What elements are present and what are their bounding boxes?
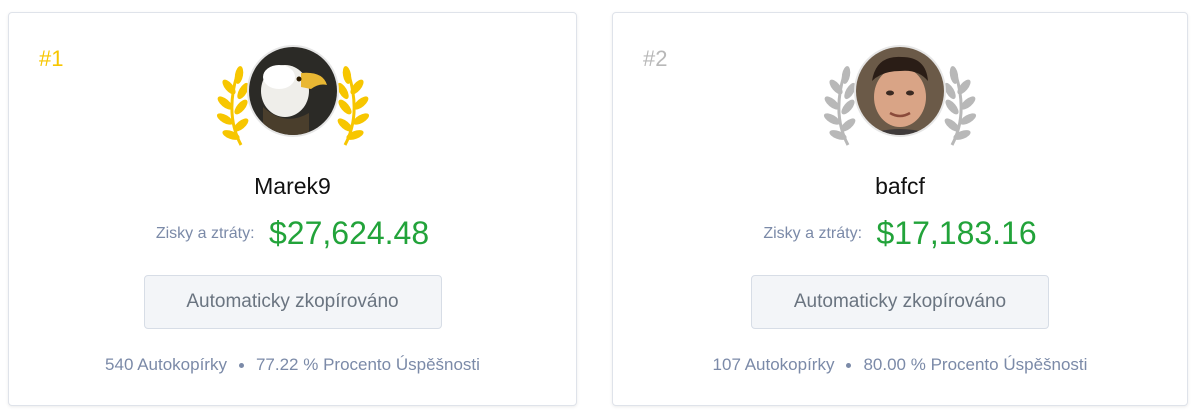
username[interactable]: bafcf <box>613 173 1187 200</box>
success-rate: 77.22 % Procento Úspěšnosti <box>255 355 480 374</box>
success-rate: 80.00 % Procento Úspěšnosti <box>863 355 1088 374</box>
pnl-label: Zisky a ztráty: <box>763 224 863 242</box>
avatar-with-wreath <box>203 45 383 155</box>
copiers-count: 540 Autokopírky <box>105 355 227 374</box>
pnl-row: Zisky a ztráty: $17,183.16 <box>613 215 1187 252</box>
leader-card-1[interactable]: #1 Marek9 Zisky a ztráty: $27,624.48 Aut… <box>8 12 577 406</box>
pnl-value: $17,183.16 <box>876 215 1037 251</box>
stats-row: 107 Autokopírky 80.00 % Procento Úspěšnos… <box>613 355 1187 375</box>
separator-dot-icon <box>238 363 244 369</box>
avatar-with-wreath <box>810 45 990 155</box>
person-avatar-icon <box>856 47 944 135</box>
auto-copy-button[interactable]: Automaticky zkopírováno <box>143 275 442 329</box>
stats-row: 540 Autokopírky 77.22 % Procento Úspěšnos… <box>9 355 576 375</box>
pnl-row: Zisky a ztráty: $27,624.48 <box>9 215 576 252</box>
pnl-value: $27,624.48 <box>268 215 430 251</box>
avatar[interactable] <box>854 45 946 137</box>
rank-badge: #2 <box>643 46 668 71</box>
leader-card-2[interactable]: #2 bafcf Zisky a ztráty: $17,183.16 Auto… <box>612 12 1188 406</box>
avatar[interactable] <box>246 45 339 137</box>
auto-copy-button[interactable]: Automaticky zkopírováno <box>751 275 1049 329</box>
copiers-count: 107 Autokopírky <box>712 355 835 374</box>
separator-dot-icon <box>846 363 852 369</box>
rank-badge: #1 <box>39 46 64 71</box>
pnl-label: Zisky a ztráty: <box>155 224 255 242</box>
username[interactable]: Marek9 <box>9 173 576 200</box>
eagle-avatar-icon <box>248 47 337 135</box>
